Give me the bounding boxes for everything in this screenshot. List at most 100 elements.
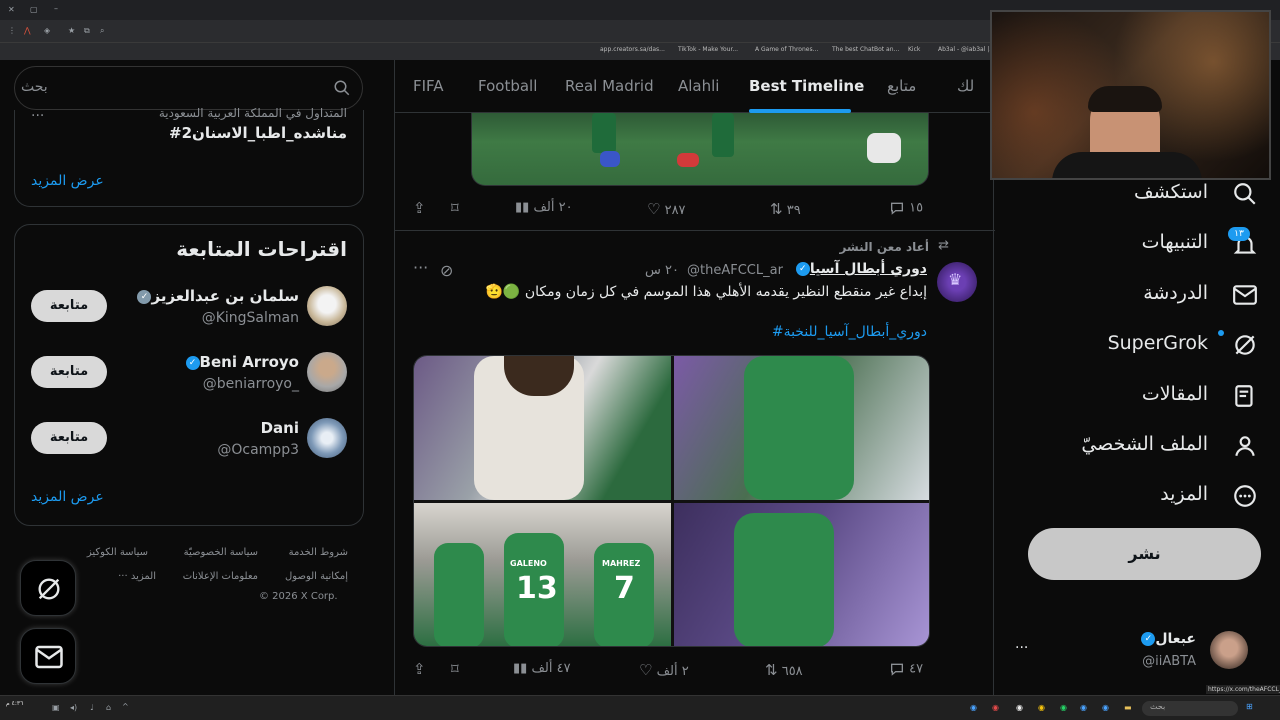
chevron-up-icon[interactable]: ^ (122, 702, 129, 711)
user-name[interactable]: ✓ سلمان بن عبدالعزيز (133, 287, 299, 305)
search-box[interactable]: بحث (14, 66, 363, 110)
footer-link[interactable]: سياسة الخصوصيّة (184, 547, 258, 558)
repost-button[interactable]: ⇅ ٦٥٨ (765, 661, 803, 679)
post-image[interactable] (471, 113, 929, 186)
bookmark-icon[interactable]: ⌑ (451, 199, 459, 217)
notifications-icon[interactable]: ▣ (52, 703, 60, 712)
copyright: © 2026 X Corp. (259, 591, 338, 602)
repost-note[interactable]: أعاد معن النشر (839, 240, 929, 254)
steam-icon[interactable]: ◉ (970, 703, 977, 712)
views-button[interactable]: ▮▮ ٢٠ ألف (515, 200, 573, 215)
like-button[interactable]: ♡ ٢٨٧ (647, 200, 686, 218)
tab-real-madrid[interactable]: Real Madrid (565, 77, 654, 95)
reply-button[interactable]: ٤٧ (889, 661, 923, 677)
share-icon[interactable]: ⇪ (413, 199, 426, 217)
author-name[interactable]: ✓ دوري أبطال آسيا (792, 261, 927, 277)
grok-float-button[interactable] (20, 560, 76, 616)
search-input[interactable]: بحث (21, 79, 48, 95)
post-time[interactable]: ٢٠ س (645, 263, 679, 278)
verified-badge-icon: ✓ (137, 289, 152, 304)
bookmark[interactable]: A Game of Thrones... (755, 46, 818, 53)
reply-count: ١٥ (909, 200, 924, 216)
avatar[interactable] (1210, 631, 1248, 669)
grok-icon[interactable]: ⊘ (440, 261, 453, 280)
views-button[interactable]: ▮▮ ٤٧ ألف (513, 661, 571, 676)
tab-alahli[interactable]: Alahli (678, 77, 719, 95)
bookmark-icon[interactable]: ⌑ (451, 660, 459, 678)
show-more-link[interactable]: عرض المزيد (31, 173, 104, 189)
app-icon[interactable]: ◉ (1016, 703, 1023, 712)
like-count: ٢ ألف (656, 664, 689, 679)
more-icon[interactable]: ··· (1015, 640, 1028, 656)
network-icon[interactable]: ⌂ (106, 703, 111, 712)
tab-for-you[interactable]: لك (957, 77, 974, 95)
bookmark[interactable]: The best ChatBot an... (832, 46, 899, 53)
repost-button[interactable]: ⇅ ٣٩ (770, 200, 801, 218)
more-icon[interactable]: ··· (31, 108, 44, 124)
search-icon[interactable]: ⌕ (100, 26, 104, 36)
app-icon[interactable]: ◉ (1102, 703, 1109, 712)
avatar[interactable] (307, 286, 347, 326)
views-count: ٢٠ ألف (533, 200, 573, 215)
mic-icon[interactable]: ♩ (90, 703, 94, 712)
avatar[interactable] (307, 352, 347, 392)
post-image[interactable] (674, 503, 929, 646)
post-image[interactable] (674, 356, 929, 500)
shield-icon[interactable]: ◈ (44, 26, 50, 35)
tab-football[interactable]: Football (478, 77, 537, 95)
post-button[interactable]: نشر (1028, 528, 1261, 580)
share-icon[interactable]: ⇪ (413, 660, 426, 678)
notification-count-badge: ١٣ (1228, 227, 1250, 241)
more-icon[interactable]: ··· (413, 258, 428, 277)
post-image-grid[interactable]: 13 GALENO 7 MAHREZ (413, 355, 930, 647)
bookmark[interactable]: TikTok - Make Your... (678, 46, 738, 53)
bookmark[interactable]: app.creators.sa/das... (600, 46, 665, 53)
avatar[interactable]: ♛ (937, 262, 977, 302)
star-icon[interactable]: ★ (68, 26, 75, 35)
trend-hashtag[interactable]: #مناشده_اطبا_الاسنان2 (169, 124, 347, 142)
follow-button[interactable]: متابعة (31, 290, 107, 322)
menu-icon[interactable]: ⋮ (8, 26, 16, 35)
post-image[interactable] (414, 356, 671, 500)
app-icon[interactable]: ◉ (992, 703, 999, 712)
avatar[interactable] (307, 418, 347, 458)
follow-button[interactable]: متابعة (31, 356, 107, 388)
user-name[interactable]: Dani (261, 419, 299, 437)
whatsapp-icon[interactable]: ◉ (1060, 703, 1067, 712)
taskbar-search[interactable]: بحث (1142, 701, 1238, 716)
post-hashtag[interactable]: #دوري_أبطال_آسيا_للنخبة (772, 324, 927, 340)
footer-link[interactable]: معلومات الإعلانات (183, 571, 258, 582)
footer-link[interactable]: شروط الخدمة (289, 547, 348, 558)
app-icon[interactable]: ◉ (1080, 703, 1087, 712)
user-name[interactable]: ✓ Beni Arroyo (182, 353, 299, 371)
footer-link[interactable]: سياسة الكوكيز (87, 547, 148, 558)
author-handle[interactable]: @theAFCCL_ar (687, 263, 783, 278)
follow-button[interactable]: متابعة (31, 422, 107, 454)
messages-float-button[interactable] (20, 628, 76, 684)
show-more-link[interactable]: عرض المزيد (31, 489, 104, 505)
footer-link[interactable]: إمكانية الوصول (285, 571, 348, 582)
extension-icon[interactable]: ⋀ (24, 26, 31, 35)
like-button[interactable]: ♡ ٢ ألف (639, 661, 689, 679)
restore-icon[interactable]: ▢ (30, 5, 38, 14)
post-image[interactable]: 13 GALENO 7 MAHREZ (414, 503, 671, 646)
tab-best-timeline[interactable]: Best Timeline (749, 77, 864, 95)
user-handle: @beniarroyo_ (202, 376, 299, 392)
share-icon[interactable]: ⧉ (84, 26, 90, 36)
close-icon[interactable]: ✕ (8, 5, 15, 14)
trend-card: ··· المتداول في المملكة العربية السعودية… (14, 106, 364, 207)
tab-fifa[interactable]: FIFA (413, 77, 444, 95)
minimize-icon[interactable]: – (54, 4, 58, 13)
clock[interactable]: ٤:٣٦ م (6, 700, 23, 707)
folder-icon[interactable]: ▬ (1124, 703, 1132, 712)
windows-start-icon[interactable]: ⊞ (1246, 702, 1253, 711)
tab-following[interactable]: متابع (887, 77, 916, 95)
bookmark[interactable]: Ab3al - @iab3al |... (938, 46, 995, 53)
jersey-name: GALENO (510, 559, 547, 568)
volume-icon[interactable]: ◂) (70, 703, 77, 712)
reply-count: ٤٧ (909, 661, 924, 677)
bookmark[interactable]: Kick (908, 46, 920, 53)
chrome-icon[interactable]: ◉ (1038, 703, 1045, 712)
footer-link[interactable]: ··· المزيد (118, 571, 156, 582)
reply-button[interactable]: ١٥ (889, 200, 923, 216)
